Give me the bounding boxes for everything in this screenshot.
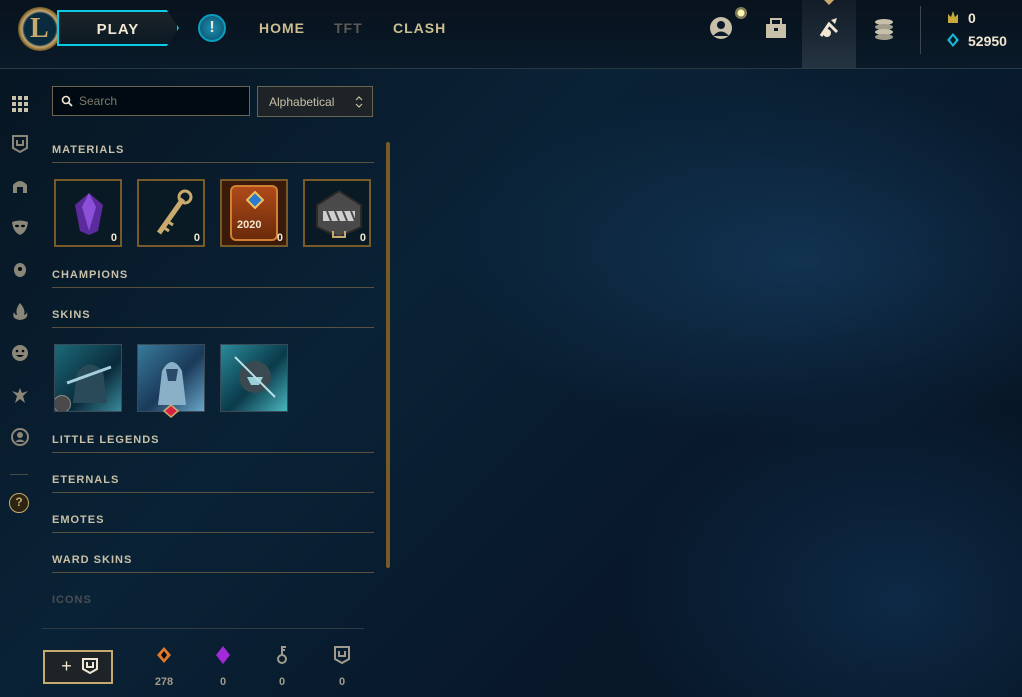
key-icon (156, 189, 193, 235)
eternal-icon[interactable] (10, 385, 30, 405)
category-skins[interactable]: SKINS (52, 309, 374, 328)
item-count: 0 (276, 232, 283, 244)
loot-scrollbar[interactable] (386, 142, 390, 568)
gemstone-icon (75, 193, 103, 235)
notification-glow-icon (735, 7, 747, 19)
skin-art-icon (66, 364, 112, 403)
topbar-divider (920, 6, 921, 54)
skin-tile-1[interactable] (54, 344, 122, 412)
chevron-updown-icon (355, 96, 363, 108)
icon-frame-icon[interactable] (10, 427, 30, 447)
loot-item-gemstone[interactable]: 0 (54, 179, 122, 247)
ward-icon[interactable] (10, 259, 30, 279)
category-materials[interactable]: MATERIALS (52, 144, 374, 163)
profile-icon[interactable] (707, 14, 735, 42)
item-count: 0 (359, 232, 366, 244)
token-year: 2020 (237, 219, 262, 231)
item-count: 0 (193, 232, 200, 244)
skin-shard-badge-icon (55, 395, 71, 411)
search-placeholder: Search (79, 94, 118, 108)
mask-icon[interactable] (10, 217, 30, 237)
loot-filter-rail: ? (0, 69, 40, 697)
blue-essence-value: 52950 (968, 33, 1007, 49)
loot-item-key[interactable]: 0 (137, 179, 205, 247)
craft-plus: + (61, 656, 72, 676)
orange-essence-icon (157, 647, 171, 663)
category-emotes[interactable]: EMOTES (52, 514, 374, 533)
selected-tab-marker-icon (824, 0, 834, 5)
emote-icon[interactable] (10, 343, 30, 363)
loot-item-2020-token[interactable]: 2020 0 (220, 179, 288, 247)
top-navigation-bar: L PLAY ! HOME TFT CLASH 0 52950 (0, 0, 1022, 69)
crest-icon (334, 646, 350, 665)
nav-home[interactable]: HOME (259, 20, 305, 36)
category-champions[interactable]: CHAMPIONS (52, 269, 374, 288)
resource-count: 278 (154, 676, 174, 688)
category-ward-skins[interactable]: WARD SKINS (52, 554, 374, 573)
alert-icon[interactable]: ! (198, 14, 226, 42)
loot-item-chest[interactable]: 0 (303, 179, 371, 247)
help-icon[interactable]: ? (9, 493, 29, 513)
league-logo[interactable]: L (18, 7, 62, 51)
mythic-essence-icon (216, 646, 230, 664)
collection-icon[interactable] (762, 14, 790, 42)
loot-icon[interactable] (815, 14, 843, 42)
skin-art-icon (234, 356, 276, 398)
sort-value: Alphabetical (269, 95, 335, 109)
sort-dropdown[interactable]: Alphabetical (257, 86, 373, 117)
resource-mythic-essence: 0 (205, 645, 241, 688)
resource-orange-essence: 278 (146, 645, 182, 688)
search-icon (61, 95, 73, 107)
category-eternals[interactable]: ETERNALS (52, 474, 374, 493)
resource-key-fragment: 0 (264, 645, 300, 688)
resource-champion-shard: 0 (324, 645, 360, 688)
rarity-gem-icon (162, 404, 180, 418)
token-emblem-icon (246, 191, 264, 209)
nav-tft[interactable]: TFT (334, 20, 363, 36)
skin-tile-2[interactable] (137, 344, 205, 412)
helmet-icon[interactable] (10, 176, 30, 196)
search-input[interactable]: Search (52, 86, 250, 116)
nav-clash[interactable]: CLASH (393, 20, 446, 36)
play-button[interactable]: PLAY (57, 10, 179, 46)
rail-divider (10, 474, 28, 475)
flame-icon[interactable] (10, 301, 30, 321)
store-icon[interactable] (870, 14, 898, 42)
resource-count: 0 (219, 676, 227, 688)
skin-art-icon (158, 362, 186, 405)
blue-essence-icon (947, 33, 959, 47)
grid-icon[interactable] (10, 94, 30, 114)
skin-tile-3[interactable] (220, 344, 288, 412)
footer-divider (42, 628, 364, 629)
item-count: 0 (110, 232, 117, 244)
category-icons[interactable]: ICONS (52, 594, 374, 612)
riot-points-value: 0 (968, 10, 976, 26)
key-fragment-icon (277, 646, 287, 664)
riot-points-icon (948, 11, 958, 23)
resource-count: 0 (338, 676, 346, 688)
craft-key-button[interactable]: + (43, 650, 113, 684)
crest-icon (81, 658, 98, 675)
crest-icon[interactable] (10, 134, 30, 154)
resource-count: 0 (278, 676, 286, 688)
category-little-legends[interactable]: LITTLE LEGENDS (52, 434, 374, 453)
